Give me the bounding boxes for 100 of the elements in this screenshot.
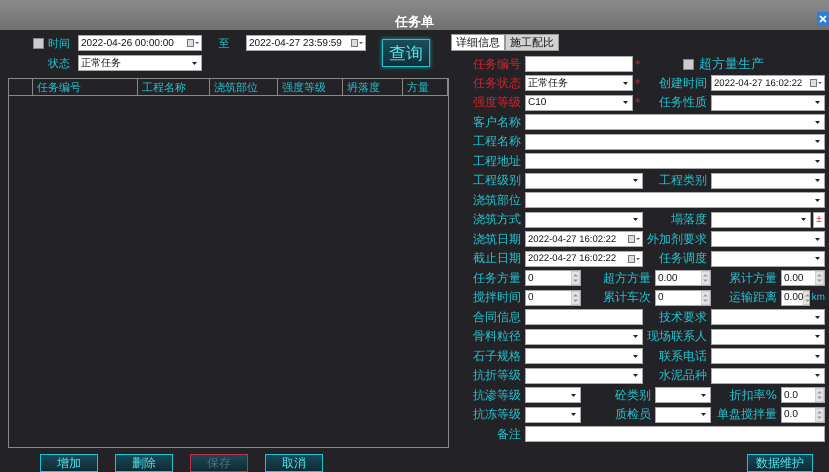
caret-icon <box>192 62 197 64</box>
query-button[interactable]: 查询 <box>382 39 430 67</box>
date-picker[interactable]: 2022-04-27 16:02:22 <box>525 250 643 267</box>
dropdown[interactable] <box>711 231 825 248</box>
spinner-icon <box>701 290 710 305</box>
date-picker[interactable]: 2022-04-27 23:59:59 <box>246 35 366 51</box>
column-header[interactable]: 任务编号 <box>33 79 138 96</box>
field-label: 超方方量 <box>602 270 651 287</box>
number-spinner[interactable]: 0 <box>655 290 711 306</box>
dropdown[interactable] <box>711 250 825 267</box>
input-field[interactable] <box>525 309 643 326</box>
dropdown[interactable] <box>711 94 825 111</box>
input-field[interactable] <box>525 426 825 442</box>
column-header[interactable]: 方量 <box>403 79 448 96</box>
field-label: 备注 <box>496 426 521 443</box>
calendar-icon <box>810 79 822 88</box>
data-maintenance-button[interactable]: 数据维护 <box>747 454 813 472</box>
field-label: 单盘搅拌量 <box>716 406 777 424</box>
date-picker[interactable]: 2022-04-27 16:02:22 <box>711 75 825 92</box>
dropdown[interactable] <box>525 192 825 208</box>
dropdown[interactable] <box>525 328 643 345</box>
calendar-icon <box>351 39 363 47</box>
date-picker[interactable]: 2022-04-26 00:00:00 <box>78 35 202 51</box>
dropdown[interactable] <box>525 406 581 423</box>
field-label: 搅拌时间 <box>472 289 521 306</box>
action-button[interactable]: 增加 <box>40 454 98 472</box>
caret-icon <box>633 354 638 358</box>
spinner-icon <box>701 271 710 286</box>
spinner-icon <box>815 271 824 286</box>
dropdown[interactable] <box>525 153 825 170</box>
dropdown[interactable] <box>711 212 811 228</box>
dropdown[interactable] <box>655 406 711 423</box>
dropdown[interactable]: 正常任务 <box>525 75 633 92</box>
number-spinner[interactable]: 0.0 <box>781 387 825 404</box>
dropdown[interactable]: 正常任务 <box>78 55 202 71</box>
dropdown[interactable] <box>711 328 825 345</box>
caret-icon <box>571 413 576 416</box>
dropdown[interactable] <box>525 368 643 384</box>
dropdown[interactable] <box>711 309 825 326</box>
calendar-icon <box>628 254 640 263</box>
number-spinner[interactable]: 0 <box>525 270 581 286</box>
required-mark: * <box>635 76 642 90</box>
dropdown[interactable]: C10 <box>525 94 633 111</box>
field-label: 累计车次 <box>602 289 651 306</box>
window-title: 任务单 <box>395 14 434 31</box>
dropdown[interactable] <box>711 348 825 364</box>
field-label: 技术要求 <box>658 308 707 326</box>
dropdown[interactable] <box>525 134 825 150</box>
field-label: 累计方量 <box>728 270 777 287</box>
action-button[interactable]: 取消 <box>265 454 323 472</box>
field-label: 抗冻等级 <box>472 406 521 424</box>
caret-icon <box>623 101 628 104</box>
field-label: 现场联系人 <box>647 328 707 346</box>
input-field[interactable] <box>525 56 633 72</box>
caret-icon <box>633 179 638 182</box>
dropdown[interactable] <box>711 172 825 189</box>
number-spinner[interactable]: 0.00 <box>781 290 810 306</box>
date-picker[interactable]: 2022-04-27 16:02:22 <box>525 231 643 248</box>
field-label: 工程名称 <box>472 133 521 150</box>
checkbox[interactable] <box>683 58 694 70</box>
number-spinner[interactable]: 0 <box>525 290 581 306</box>
action-button[interactable]: 删除 <box>115 454 173 472</box>
close-icon[interactable] <box>817 12 829 26</box>
range-separator: 至 <box>218 36 230 50</box>
field-label: 浇筑部位 <box>472 192 521 209</box>
column-header[interactable]: 坍落度 <box>343 79 403 96</box>
field-label: 任务状态 <box>472 74 521 92</box>
field-label: 截止日期 <box>472 250 521 268</box>
caret-icon <box>815 101 820 104</box>
checkbox-label: 超方量生产 <box>699 56 764 73</box>
checkbox[interactable] <box>33 38 44 48</box>
field-label: 水泥品种 <box>658 367 707 384</box>
column-header[interactable]: 浇筑部位 <box>210 79 278 96</box>
time-label: 时间 <box>48 36 70 50</box>
dropdown[interactable] <box>525 348 643 364</box>
dropdown[interactable] <box>655 387 711 404</box>
tab[interactable]: 施工配比 <box>505 34 559 51</box>
plus-minus-button[interactable]: ± <box>813 212 825 228</box>
dropdown[interactable] <box>711 368 825 384</box>
number-spinner[interactable]: 0.0 <box>781 406 825 423</box>
tab[interactable]: 详细信息 <box>451 34 505 51</box>
field-label: 石子规格 <box>472 348 521 365</box>
field-label: 质检员 <box>614 406 651 424</box>
column-header[interactable]: 强度等级 <box>278 79 343 96</box>
field-label: 联系电话 <box>658 348 707 365</box>
column-header[interactable]: 工程名称 <box>138 79 210 96</box>
dropdown[interactable] <box>525 172 643 189</box>
spinner-icon <box>815 388 824 402</box>
required-mark: * <box>635 58 642 70</box>
field-label: 运输距离 <box>728 289 777 306</box>
number-spinner[interactable]: 0.00 <box>655 270 711 286</box>
caret-icon <box>815 257 820 260</box>
caret-icon <box>815 374 820 378</box>
dropdown[interactable] <box>525 114 825 130</box>
field-label: 合同信息 <box>472 308 521 326</box>
dropdown[interactable] <box>525 387 581 404</box>
dropdown[interactable] <box>525 212 643 228</box>
field-label: 浇筑方式 <box>472 211 521 228</box>
caret-icon <box>815 140 820 144</box>
number-spinner[interactable]: 0.00 <box>781 270 825 286</box>
